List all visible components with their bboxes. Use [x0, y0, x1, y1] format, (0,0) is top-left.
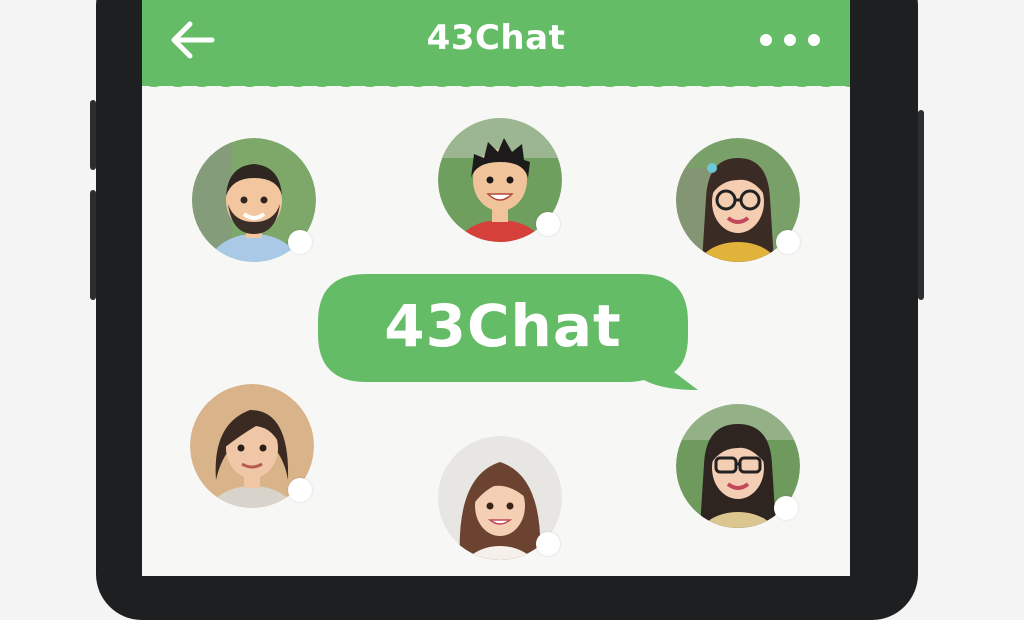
app-title: 43Chat — [426, 18, 566, 58]
online-status-dot — [536, 212, 560, 236]
contact-avatar-3[interactable] — [676, 138, 800, 262]
app-header: 43Chat — [142, 0, 850, 86]
contact-avatar-5[interactable] — [438, 436, 562, 560]
online-status-dot — [536, 532, 560, 556]
volume-button — [90, 190, 96, 300]
app-logo-bubble: 43Chat — [318, 272, 702, 400]
contact-avatar-1[interactable] — [192, 138, 316, 262]
contact-avatar-6[interactable] — [676, 404, 800, 528]
phone-screen: 43Chat 43Chat — [142, 0, 850, 576]
side-button — [90, 100, 96, 170]
online-status-dot — [288, 230, 312, 254]
contact-avatar-2[interactable] — [438, 118, 562, 242]
online-status-dot — [776, 230, 800, 254]
online-status-dot — [774, 496, 798, 520]
more-options-button[interactable] — [758, 28, 822, 52]
more-horizontal-icon — [760, 34, 820, 46]
logo-text: 43Chat — [384, 292, 622, 360]
contact-avatar-4[interactable] — [190, 384, 314, 508]
online-status-dot — [288, 478, 312, 502]
header-wave-edge — [142, 82, 850, 87]
power-button — [918, 110, 924, 300]
